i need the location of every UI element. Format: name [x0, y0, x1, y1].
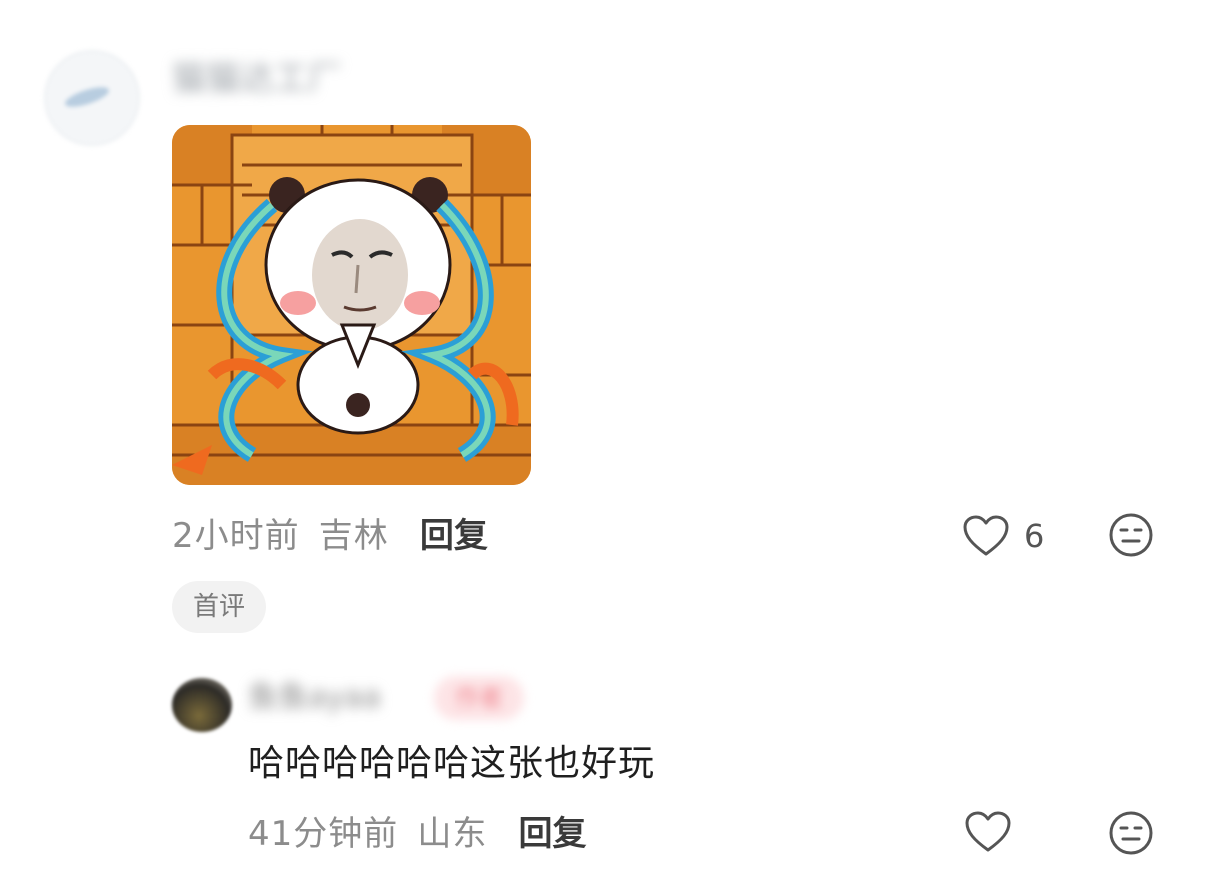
heart-outline-icon [963, 515, 1009, 556]
like-button[interactable]: 6 [962, 512, 1044, 560]
heart-outline-icon [965, 811, 1011, 852]
author-tag: 作者 [434, 676, 524, 720]
dislike-button[interactable] [1108, 512, 1154, 562]
username[interactable]: 猫猫达工厂 [172, 56, 382, 102]
reply-button[interactable]: 回复 [420, 516, 488, 556]
comment-time: 2小时前 [172, 516, 300, 556]
neutral-face-icon [1109, 811, 1153, 855]
neutral-face-icon [1109, 513, 1153, 557]
reply-like-button[interactable] [964, 810, 1012, 858]
reply-time: 41分钟前 [248, 814, 399, 854]
comment-location: 吉林 [318, 516, 389, 556]
comment-meta: 2小时前 吉林 回复 [172, 510, 488, 562]
comment-thread: 猫猫达工厂 2小时前 吉林 回复 6 首评 鱼鱼ayaa 作者 哈哈哈哈哈哈这张… [0, 0, 1220, 891]
reply-location: 山东 [417, 814, 488, 854]
user-avatar[interactable] [44, 50, 140, 146]
like-count: 6 [1024, 517, 1045, 555]
reply-meta: 41分钟前 山东 回复 [248, 808, 586, 860]
reply-content: 哈哈哈哈哈哈这张也好玩 [248, 743, 656, 784]
reply-username[interactable]: 鱼鱼ayaa [248, 676, 418, 720]
sticker-image[interactable] [172, 125, 531, 485]
reply-reply-button[interactable]: 回复 [518, 814, 586, 854]
reply-dislike-button[interactable] [1108, 810, 1154, 860]
reply-user-avatar[interactable] [172, 678, 232, 732]
first-comment-badge: 首评 [172, 581, 266, 633]
